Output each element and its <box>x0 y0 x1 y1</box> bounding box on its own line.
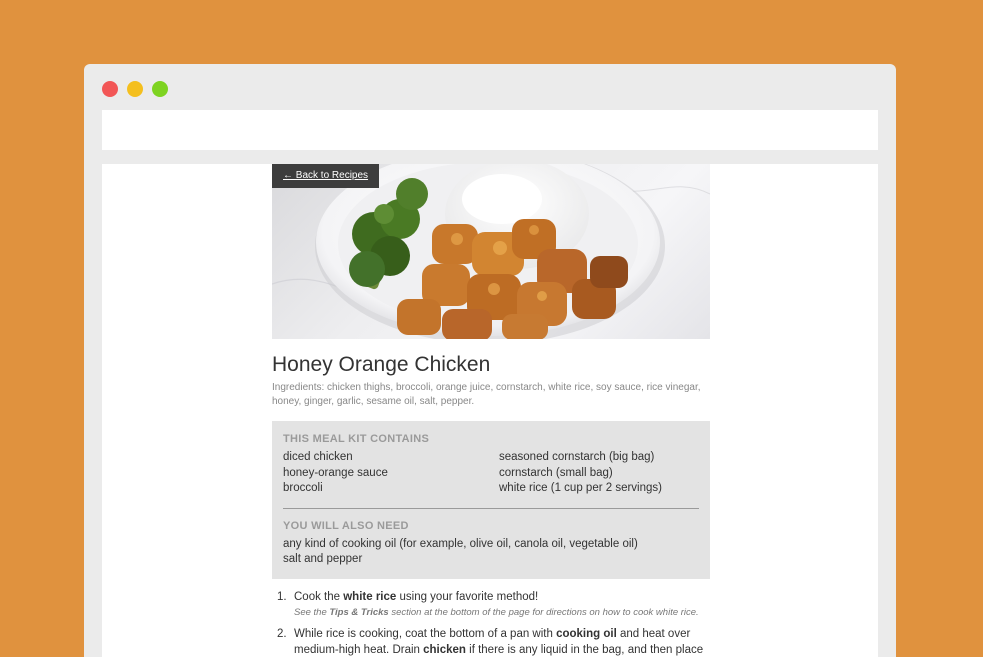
recipe-title: Honey Orange Chicken <box>272 353 491 376</box>
back-to-recipes-link[interactable]: ← Back to Recipes <box>272 164 380 188</box>
step-note: See the Tips & Tricks section at the bot… <box>294 607 699 618</box>
also-need-list: any kind of cooking oil (for example, ol… <box>283 537 699 568</box>
kit-item: white rice (1 cup per 2 servings) <box>499 482 662 494</box>
close-window-button[interactable] <box>102 81 118 97</box>
also-need-heading: YOU WILL ALSO NEED <box>283 519 409 532</box>
step-number: 2. <box>277 628 287 640</box>
kit-item: broccoli <box>283 482 323 494</box>
step-item: 2. While rice is cooking, coat the botto… <box>272 627 710 657</box>
recipe-content: ← Back to Recipes Honey Orange Chicken I… <box>272 164 710 657</box>
address-bar[interactable] <box>102 110 878 150</box>
kit-item: honey-orange sauce <box>283 466 388 479</box>
step-text: While rice is cooking, coat the bottom o… <box>294 628 704 656</box>
orange-chicken-bowl-photo <box>272 164 710 339</box>
kit-divider <box>283 507 699 509</box>
recipe-hero-image: ← Back to Recipes <box>272 164 710 339</box>
recipe-page: ← Back to Recipes Honey Orange Chicken I… <box>102 164 878 657</box>
kit-item: diced chicken <box>283 451 353 463</box>
minimize-window-button[interactable] <box>127 81 143 97</box>
kit-contains-heading: THIS MEAL KIT CONTAINS <box>283 433 430 445</box>
need-item: salt and pepper <box>283 553 363 565</box>
kit-contains-list: diced chicken seasoned cornstarch (big b… <box>283 450 699 497</box>
kit-item: cornstarch (small bag) <box>499 466 613 479</box>
need-item: any kind of cooking oil (for example, ol… <box>283 537 638 550</box>
recipe-ingredients: Ingredients: chicken thighs, broccoli, o… <box>272 382 701 407</box>
zoom-window-button[interactable] <box>152 81 168 97</box>
kit-item: seasoned cornstarch (big bag) <box>499 451 655 463</box>
meal-kit-box: THIS MEAL KIT CONTAINS diced chicken sea… <box>272 421 710 579</box>
step-text: Cook the white rice using your favorite … <box>294 590 539 603</box>
step-item: 1. Cook the white rice using your favori… <box>272 590 710 621</box>
recipe-steps: 1. Cook the white rice using your favori… <box>272 590 710 657</box>
browser-window: ← Back to Recipes Honey Orange Chicken I… <box>84 64 896 657</box>
step-number: 1. <box>277 590 287 603</box>
